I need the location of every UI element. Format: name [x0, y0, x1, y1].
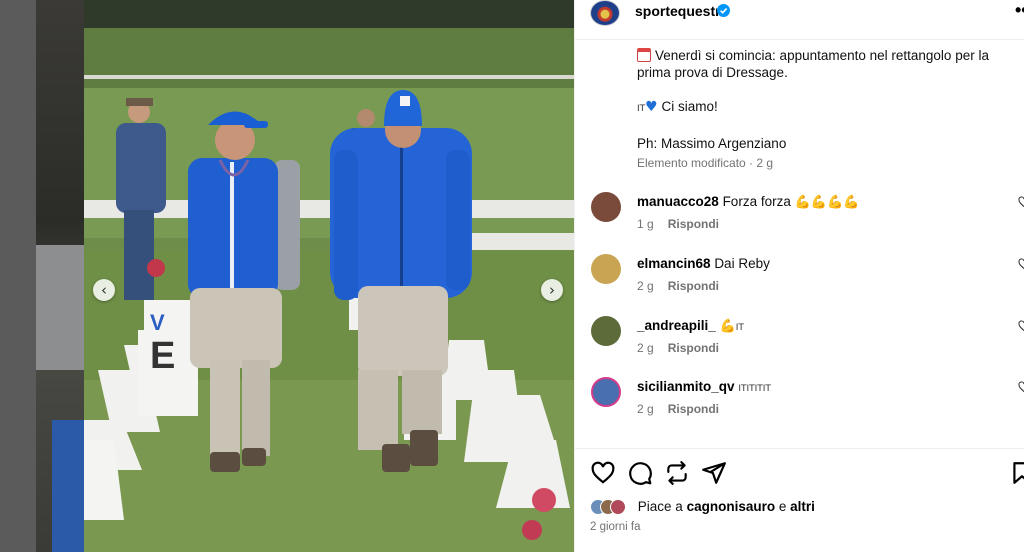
- svg-text:E: E: [150, 335, 175, 377]
- likes-summary: Piace a cagnonisauro e altri: [590, 499, 815, 519]
- caption-paragraph-2: IT♥ Ci siamo!: [637, 98, 1007, 118]
- svg-text:V: V: [150, 310, 165, 335]
- instagram-post-viewer: E V ‹ › sportequestri • Venerdì si comin…: [0, 0, 1024, 552]
- heart-like-icon[interactable]: [1018, 258, 1024, 270]
- comment-bubble-icon[interactable]: [627, 460, 653, 486]
- italy-flag-icon: ITITITIT: [738, 384, 771, 394]
- post-photo[interactable]: E V: [84, 0, 574, 552]
- author-username[interactable]: sportequestri: [635, 3, 724, 19]
- verified-badge-icon: [717, 4, 730, 17]
- reply-button[interactable]: Rispondi: [668, 402, 719, 416]
- italy-flag-icon: IT: [637, 104, 646, 114]
- commenter-username[interactable]: elmancin68: [637, 256, 711, 271]
- chevron-right-icon: ›: [549, 281, 555, 299]
- commenter-username[interactable]: sicilianmito_qv: [637, 379, 735, 394]
- previous-photo-button[interactable]: ‹: [93, 279, 115, 301]
- flexed-biceps-icon: 💪: [719, 319, 736, 334]
- reply-button[interactable]: Rispondi: [668, 279, 719, 293]
- post-caption: Venerdì si comincia: appuntamento nel re…: [637, 47, 1007, 169]
- caption-text-1: Venerdì si comincia: appuntamento nel re…: [637, 48, 989, 80]
- comment-text: Dai Reby: [714, 256, 770, 271]
- backdrop-image-strip-blue: [52, 420, 84, 552]
- commenter-avatar-story-ring[interactable]: [591, 377, 621, 407]
- liker-avatar: [610, 499, 626, 515]
- share-send-icon[interactable]: [701, 460, 727, 486]
- next-photo-button[interactable]: ›: [541, 279, 563, 301]
- caption-paragraph-3: Ph: Massimo Argenziano: [637, 135, 1007, 152]
- commenter-username[interactable]: _andreapili_: [637, 318, 716, 333]
- comment-item: manuacco28 Forza forza 💪💪💪💪 1 g Rispondi: [590, 192, 1024, 242]
- bookmark-save-icon[interactable]: [1009, 460, 1024, 486]
- heart-like-icon[interactable]: [1018, 320, 1024, 332]
- reply-button[interactable]: Rispondi: [668, 217, 719, 231]
- comment-age: 2 g: [637, 341, 654, 355]
- backdrop-image-strip-grey: [36, 245, 84, 370]
- likes-others-link[interactable]: altri: [790, 499, 815, 514]
- commenter-username[interactable]: manuacco28: [637, 194, 719, 209]
- edited-timestamp: Elemento modificato · 2 g: [637, 156, 774, 170]
- calendar-icon: [637, 48, 651, 62]
- post-side-panel: sportequestri •• Venerdì si comincia: ap…: [574, 0, 1024, 552]
- comment-text: Forza forza: [722, 194, 791, 209]
- feed-backdrop: [0, 0, 84, 552]
- comment-age: 2 g: [637, 279, 654, 293]
- author-avatar[interactable]: [590, 0, 620, 26]
- comment-item: sicilianmito_qv ITITITIT 2 g Rispondi: [590, 377, 1024, 427]
- flexed-biceps-icon: 💪💪💪💪: [794, 195, 860, 210]
- heart-like-icon[interactable]: [1018, 196, 1024, 208]
- comment-age: 2 g: [637, 402, 654, 416]
- post-header: sportequestri ••: [575, 0, 1024, 40]
- comment-age: 1 g: [637, 217, 654, 231]
- photo-illustration: E V: [84, 0, 574, 552]
- post-timestamp: 2 giorni fa: [590, 521, 641, 533]
- commenter-avatar[interactable]: [591, 254, 621, 284]
- blue-heart-icon: ♥: [645, 99, 658, 115]
- caption-text-2: Ci siamo!: [661, 99, 718, 114]
- heart-like-icon[interactable]: [1018, 381, 1024, 393]
- like-heart-icon[interactable]: [590, 460, 616, 486]
- liker-username[interactable]: cagnonisauro: [687, 499, 776, 514]
- caption-text-3: Ph: Massimo Argenziano: [637, 136, 787, 151]
- more-options-icon[interactable]: ••: [1015, 0, 1024, 21]
- italy-flag-icon: IT: [735, 323, 744, 333]
- comment-item: elmancin68 Dai Reby 2 g Rispondi: [590, 254, 1024, 304]
- repost-icon[interactable]: [664, 460, 690, 486]
- reply-button[interactable]: Rispondi: [668, 341, 719, 355]
- post-actions-bar: [590, 460, 1024, 488]
- chevron-left-icon: ‹: [101, 281, 107, 299]
- commenter-avatar[interactable]: [591, 192, 621, 222]
- caption-paragraph-1: Venerdì si comincia: appuntamento nel re…: [637, 47, 1007, 81]
- commenter-avatar[interactable]: [591, 316, 621, 346]
- likes-prefix: Piace a: [637, 499, 683, 514]
- comment-item: _andreapili_ 💪IT 2 g Rispondi: [590, 316, 1024, 366]
- likes-conj: e: [778, 499, 787, 514]
- section-divider: [575, 448, 1024, 449]
